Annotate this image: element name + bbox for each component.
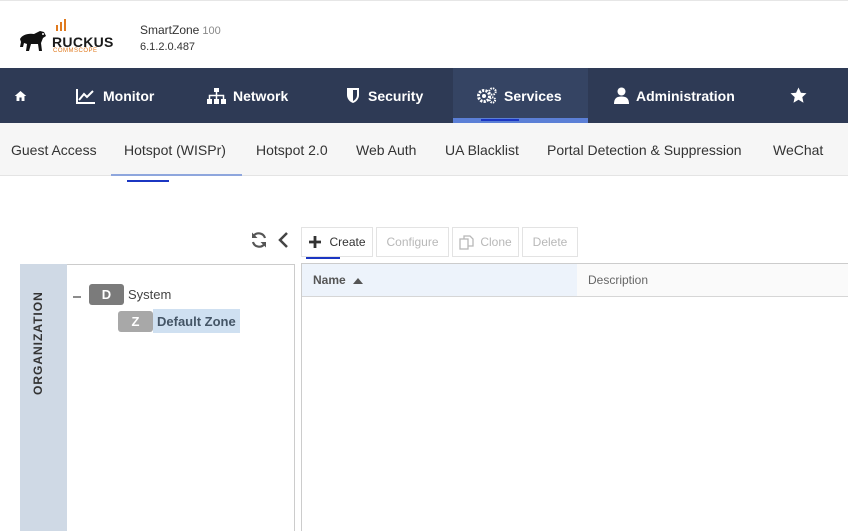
- nav-home[interactable]: [14, 68, 34, 123]
- create-label: Create: [329, 235, 366, 249]
- product-name: SmartZone 100: [140, 23, 221, 37]
- column-header-name[interactable]: Name: [302, 264, 577, 296]
- product-model: 100: [202, 25, 221, 37]
- app-root: RUCKUS COMMSCOPE SmartZone 100 6.1.2.0.48…: [0, 0, 848, 531]
- tree-node-system[interactable]: D System: [89, 284, 171, 305]
- nav-security-label: Security: [368, 87, 424, 104]
- clone-button[interactable]: Clone: [452, 227, 519, 257]
- minus-icon: [73, 296, 81, 298]
- sitemap-icon: [207, 87, 226, 104]
- ruckus-logo: RUCKUS COMMSCOPE: [16, 17, 116, 57]
- nav-network-label: Network: [233, 87, 289, 104]
- user-icon: [614, 87, 629, 104]
- clone-icon: [459, 234, 474, 250]
- product-version: 6.1.2.0.487: [140, 41, 196, 53]
- nav-services-label: Services: [504, 87, 562, 104]
- organization-label: ORGANIZATION: [31, 291, 45, 395]
- logo-subtext: COMMSCOPE: [53, 48, 98, 54]
- domain-badge: D: [89, 284, 124, 305]
- zone-badge: Z: [118, 310, 153, 332]
- nav-monitor[interactable]: Monitor: [76, 68, 154, 123]
- subtab-guest-access[interactable]: Guest Access: [11, 123, 97, 176]
- configure-button[interactable]: Configure: [376, 227, 449, 257]
- subtab-ua-blacklist[interactable]: UA Blacklist: [445, 123, 519, 176]
- column-name-label: Name: [313, 273, 346, 287]
- subtab-label: Hotspot 2.0: [256, 141, 328, 158]
- home-icon: [14, 90, 27, 101]
- clone-label: Clone: [480, 235, 512, 249]
- nav-favorites[interactable]: [790, 68, 814, 123]
- subtab-wechat[interactable]: WeChat: [773, 123, 823, 176]
- product-name-label: SmartZone: [140, 23, 200, 37]
- grid-header: Name Description: [302, 264, 848, 297]
- refresh-icon: [251, 232, 267, 248]
- delete-label: Delete: [532, 235, 568, 249]
- plus-icon: [309, 236, 322, 248]
- nav-monitor-label: Monitor: [103, 87, 155, 104]
- tree-node-label: System: [128, 287, 172, 302]
- chevron-left-icon: [278, 232, 288, 248]
- nav-active-indicator: [481, 119, 519, 121]
- nav-administration[interactable]: Administration: [614, 68, 735, 123]
- nav-administration-label: Administration: [636, 87, 735, 104]
- tree-node-label: Default Zone: [153, 309, 240, 333]
- collapse-tree-button[interactable]: [277, 231, 291, 249]
- chart-line-icon: [76, 88, 95, 104]
- configure-label: Configure: [386, 235, 439, 249]
- delete-button[interactable]: Delete: [522, 227, 578, 257]
- subtab-label: Portal Detection & Suppression: [547, 141, 742, 158]
- subtab-label: UA Blacklist: [445, 141, 519, 158]
- app-header: RUCKUS COMMSCOPE SmartZone 100 6.1.2.0.48…: [0, 0, 848, 68]
- subtab-web-auth[interactable]: Web Auth: [356, 123, 416, 176]
- refresh-button[interactable]: [250, 231, 268, 249]
- create-focus-indicator: [306, 257, 340, 259]
- subtab-active-indicator: [127, 180, 169, 182]
- tree-node-default-zone[interactable]: Z Default Zone: [118, 309, 240, 333]
- subtab-label: WeChat: [773, 141, 824, 158]
- services-subtabs: Guest Access Hotspot (WISPr) Hotspot 2.0…: [0, 123, 848, 182]
- tree-collapse-toggle[interactable]: [72, 289, 82, 299]
- subtab-label: Hotspot (WISPr): [124, 141, 226, 158]
- subtab-hotspot-2[interactable]: Hotspot 2.0: [256, 123, 328, 176]
- subtab-portal-detection[interactable]: Portal Detection & Suppression: [547, 123, 742, 176]
- subtab-hotspot-wispr[interactable]: Hotspot (WISPr): [111, 123, 242, 182]
- gears-icon: [477, 87, 497, 104]
- hotspot-grid: Name Description: [301, 263, 848, 531]
- subtab-label: Web Auth: [356, 141, 417, 158]
- subtab-label: Guest Access: [11, 141, 97, 158]
- nav-services[interactable]: Services: [453, 68, 588, 123]
- shield-icon: [347, 88, 359, 103]
- star-icon: [790, 87, 807, 103]
- column-header-description[interactable]: Description: [577, 264, 848, 296]
- create-button[interactable]: Create: [301, 227, 373, 259]
- main-nav: Monitor Network Security Services Admini…: [0, 68, 848, 123]
- sort-ascending-icon: [352, 277, 363, 284]
- subtab-active-bar: [111, 174, 242, 176]
- nav-network[interactable]: Network: [207, 68, 288, 123]
- column-description-label: Description: [588, 273, 649, 287]
- nav-security[interactable]: Security: [345, 68, 423, 123]
